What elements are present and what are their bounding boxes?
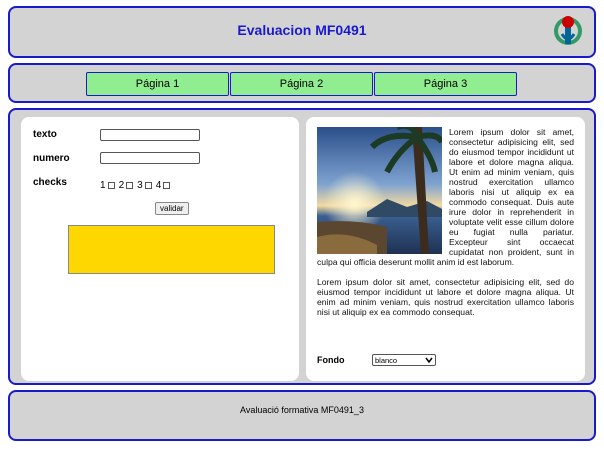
check-3-checkbox[interactable]: [144, 182, 152, 189]
fondo-select[interactable]: blanco: [372, 354, 436, 366]
tab-pagina-1[interactable]: Página 1: [86, 72, 229, 96]
check-4-number: 4: [155, 180, 162, 191]
tab-pagina-3[interactable]: Página 3: [374, 72, 517, 96]
texto-label: texto: [33, 129, 57, 140]
numero-input[interactable]: [100, 152, 200, 164]
tab-list: Página 1 Página 2 Página 3: [86, 72, 518, 96]
main-section: texto numero checks 1 2 3 4 validar Lore…: [8, 108, 596, 385]
result-box: [68, 225, 275, 274]
check-2-checkbox[interactable]: [126, 182, 134, 189]
footer: Avaluació formativa MF0491_3: [8, 390, 596, 441]
chevron-down-icon: [425, 357, 433, 363]
texto-input[interactable]: [100, 129, 200, 141]
check-4-checkbox[interactable]: [163, 182, 171, 189]
checks-group: 1 2 3 4: [100, 180, 174, 191]
fondo-label: Fondo: [317, 355, 345, 365]
form-panel: texto numero checks 1 2 3 4 validar: [21, 117, 299, 381]
validar-button[interactable]: validar: [155, 202, 189, 215]
fondo-selected-value: blanco: [375, 355, 398, 365]
wikimedia-logo-icon: [554, 16, 582, 45]
navigation-bar: Página 1 Página 2 Página 3: [8, 63, 596, 103]
numero-label: numero: [33, 153, 70, 164]
header: Evaluacion MF0491: [8, 6, 596, 58]
page-title: Evaluacion MF0491: [237, 22, 367, 38]
tropical-sunset-photo: [317, 127, 442, 254]
check-2-number: 2: [118, 180, 125, 191]
article-paragraph-2: Lorem ipsum dolor sit amet, consectetur …: [317, 277, 574, 317]
tab-pagina-2[interactable]: Página 2: [230, 72, 373, 96]
article-panel: Lorem ipsum dolor sit amet, consectetur …: [306, 117, 585, 381]
check-3-number: 3: [137, 180, 143, 191]
fondo-row: Fondo blanco: [317, 354, 436, 366]
footer-text: Avaluació formativa MF0491_3: [240, 405, 364, 415]
check-1-checkbox[interactable]: [107, 182, 115, 189]
checks-label: checks: [33, 177, 67, 188]
check-1-number: 1: [100, 180, 106, 191]
